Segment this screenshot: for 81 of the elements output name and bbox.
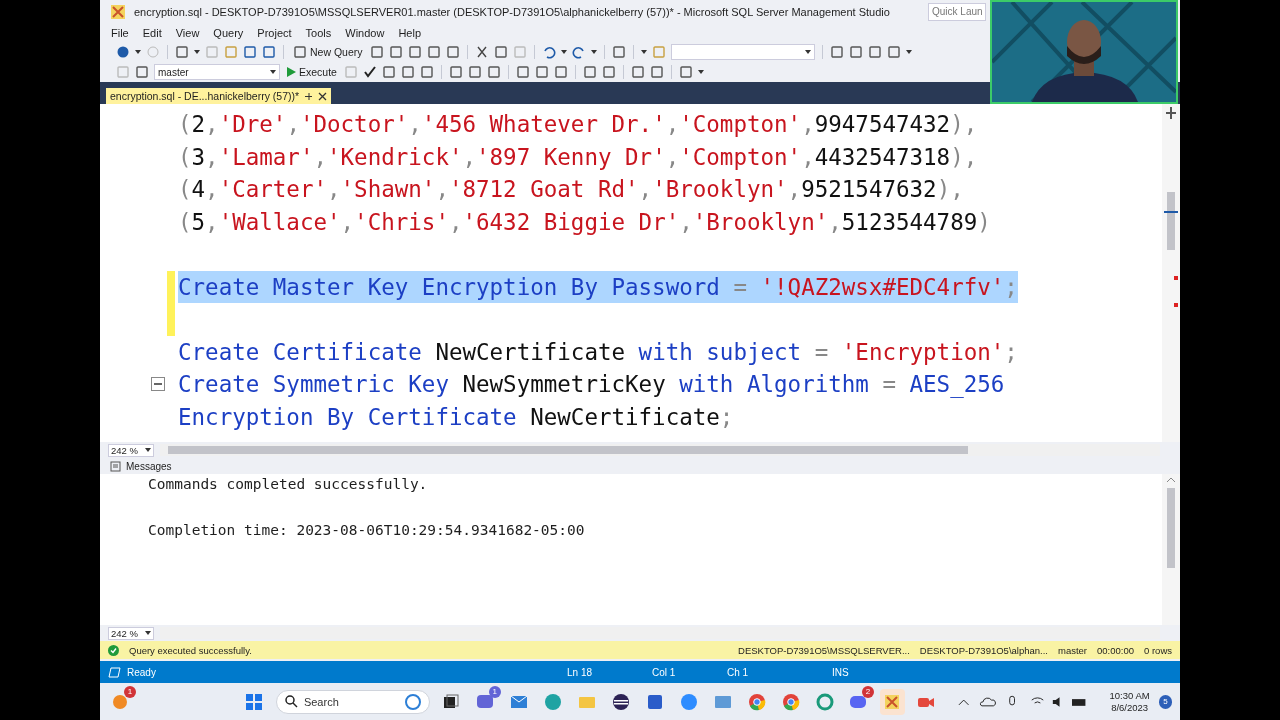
taskbar-button[interactable]: 2	[846, 688, 871, 715]
menu-item[interactable]: Project	[252, 27, 297, 39]
bing-icon	[404, 693, 421, 710]
code-line: (5,'Wallace','Chris','6432 Biggie Dr','Brooklyn',5123544789)	[178, 207, 991, 237]
chrome-icon	[746, 691, 767, 712]
back-icon[interactable]	[116, 45, 130, 59]
caret-icon	[560, 50, 567, 54]
menu-item[interactable]: Help	[393, 27, 426, 39]
collapse-icon[interactable]	[151, 377, 165, 392]
app-logo-icon	[110, 4, 126, 20]
menu-item[interactable]: Query	[208, 27, 249, 39]
code-line: (2,'Dre','Doctor','456 Whatever Dr.','Compton',9947547432),	[178, 110, 978, 140]
document-tab[interactable]: encryption.sql - DE...hanickelberry (57))*	[106, 88, 332, 104]
menu-item[interactable]: View	[170, 27, 205, 39]
database-name: master	[1058, 644, 1088, 656]
status-text: Ready	[127, 666, 157, 678]
striped-planet-icon	[611, 691, 632, 712]
ready-icon	[108, 666, 121, 678]
play-icon	[287, 67, 296, 77]
caret-icon	[590, 50, 597, 54]
caret-icon	[270, 70, 276, 74]
ring-app-icon	[814, 691, 835, 712]
row-count: 0 rows	[1144, 644, 1172, 656]
start-button	[244, 691, 265, 712]
code-line: Encryption By Certificate NewCertificate;	[178, 402, 734, 432]
messages-icon	[110, 460, 122, 472]
server-name: DESKTOP-D7391O5\MSSQLSERVER...	[738, 644, 910, 656]
status-message: Query executed successfully.	[129, 644, 252, 656]
caret-icon	[135, 50, 141, 54]
insert-mode: INS	[832, 666, 850, 678]
close-icon[interactable]	[318, 91, 328, 101]
message-text: Completion time: 2023-08-06T10:29:54.9341682-05:00	[148, 522, 585, 538]
taskbar-search[interactable]: Search	[275, 689, 430, 714]
line-number: Ln 18	[567, 666, 594, 678]
caret-icon	[640, 50, 647, 54]
clock-time[interactable]: 10:30 AM	[1109, 689, 1150, 702]
menu-item[interactable]: Window	[340, 27, 390, 39]
horizontal-scrollbar[interactable]	[160, 444, 1160, 456]
messages-tab[interactable]: Messages	[126, 460, 172, 472]
checkmark-icon[interactable]	[362, 65, 377, 79]
menu-item[interactable]: Tools	[300, 27, 337, 39]
notification-badge: 2	[861, 685, 874, 698]
notification-badge: 1	[123, 685, 136, 698]
caret-icon	[145, 448, 151, 452]
quick-launch-field[interactable]: Quick Laun	[928, 3, 986, 21]
redo-icon[interactable]	[571, 45, 586, 59]
code-line: (4,'Carter','Shawn','8712 Goat Rd','Brooklyn',9521547632),	[178, 175, 964, 205]
success-icon	[108, 644, 119, 656]
notification-count[interactable]: 5	[1158, 694, 1173, 709]
elapsed-time: 00:00:00	[1097, 644, 1134, 656]
zoom-dropdown[interactable]: 242 %	[108, 443, 154, 457]
column-number: Col 1	[652, 666, 677, 678]
zoom-dropdown[interactable]: 242 %	[108, 626, 154, 640]
database-dropdown[interactable]: master	[154, 64, 280, 80]
chrome-icon	[780, 691, 801, 712]
search-icon	[284, 695, 298, 708]
menu-item[interactable]: Edit	[137, 27, 167, 39]
code-line: (3,'Lamar','Kendrick','897 Kenny Dr','Compton',4432547318),	[178, 142, 978, 172]
browser-icon	[543, 691, 564, 712]
char-number: Ch 1	[727, 666, 750, 678]
clock-date[interactable]: 8/6/2023	[1111, 701, 1149, 714]
undo-icon[interactable]	[541, 45, 556, 59]
caret-icon	[905, 50, 912, 54]
caret-icon	[804, 50, 811, 54]
taskbar-button[interactable]: 1	[472, 688, 498, 715]
new-query-button[interactable]: New Query	[291, 43, 365, 61]
message-text: Commands completed successfully.	[148, 476, 428, 492]
user-name: DESKTOP-D7391O5\alphan...	[919, 644, 1048, 656]
execute-button[interactable]: Execute	[285, 63, 339, 81]
video-call-icon	[678, 691, 699, 712]
caret-icon	[194, 50, 200, 54]
code-line: Create Symmetric Key NewSymmetricKey with Algorithm = AES_256	[178, 370, 1005, 400]
window-title: encryption.sql - DESKTOP-D7391O5\MSSQLSERVER01.master (DESKTOP-D7391O5\alphanickelberry (57))* - Microsoft SQL Server Management Studio	[134, 6, 891, 18]
caret-icon	[145, 631, 151, 635]
pin-icon[interactable]	[304, 91, 314, 101]
caret-icon	[697, 70, 704, 74]
taskbar-button[interactable]: 1	[108, 688, 133, 715]
menu-item[interactable]: File	[106, 27, 134, 39]
split-icon[interactable]	[1164, 106, 1178, 120]
notification-badge: 1	[488, 685, 501, 698]
code-line: Create Certificate NewCertificate with subject = 'Encryption';	[178, 337, 1018, 367]
